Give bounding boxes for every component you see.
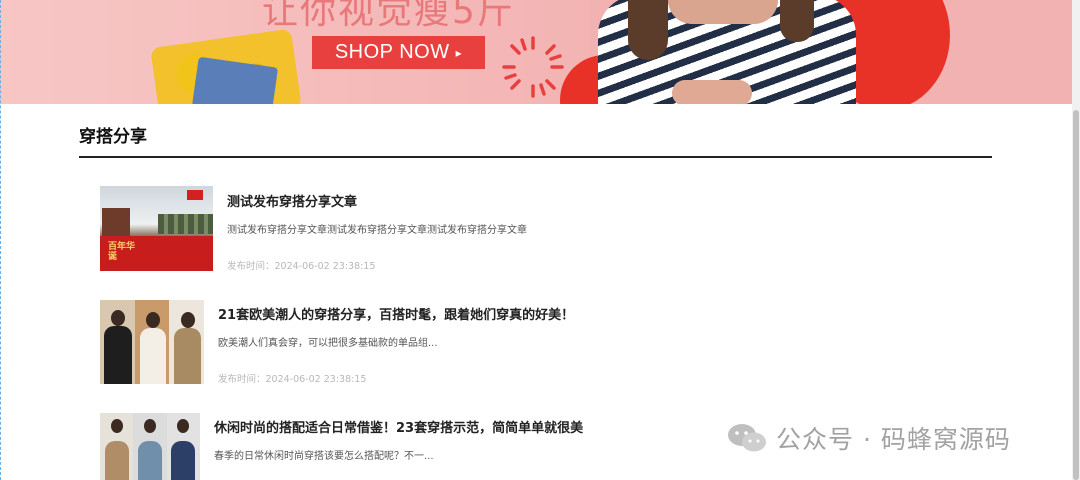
section-title: 穿搭分享	[79, 127, 147, 147]
shop-now-button[interactable]: SHOP NOW ▸	[312, 36, 485, 69]
watermark-text: 公众号 · 码蜂窝源码	[776, 425, 1011, 454]
article-thumbnail[interactable]: 百年华诞	[100, 186, 213, 271]
article-summary: 欧美潮人们真会穿，可以把很多基础款的单品组...	[218, 338, 438, 349]
promo-banner[interactable]: 让你视觉瘦5斤 SHOP NOW ▸	[0, 0, 1072, 104]
article-thumbnail[interactable]	[100, 413, 200, 480]
article-title[interactable]: 休闲时尚的搭配适合日常借鉴！23套穿搭示范，简简单单就很美	[214, 417, 583, 436]
wechat-icon	[728, 424, 766, 452]
banner-model-image	[672, 80, 752, 104]
banner-slogan: 让你视觉瘦5斤	[262, 0, 515, 32]
play-arrow-icon: ▸	[455, 45, 463, 60]
thumbnail-caption: 百年华诞	[108, 242, 136, 262]
watermark: 公众号 · 码蜂窝源码	[726, 420, 1011, 456]
article-summary: 测试发布穿搭分享文章测试发布穿搭分享文章测试发布穿搭分享文章	[227, 225, 527, 236]
sunburst-icon	[502, 36, 564, 98]
article-summary: 春季的日常休闲时尚穿搭该要怎么搭配呢？不一...	[214, 451, 434, 462]
banner-model-image	[628, 0, 668, 60]
article-date: 发布时间：2024-06-02 23:38:15	[227, 261, 376, 272]
section-divider	[79, 156, 992, 158]
page-guide-line	[0, 0, 2, 480]
article-date: 发布时间：2024-06-02 23:38:15	[218, 374, 367, 385]
article-title[interactable]: 21套欧美潮人的穿搭分享，百搭时髦，跟着她们穿真的好美！	[218, 304, 574, 323]
banner-model-image	[668, 0, 778, 24]
article-thumbnail[interactable]	[100, 300, 204, 384]
banner-model-image	[780, 0, 814, 42]
article-title[interactable]: 测试发布穿搭分享文章	[227, 191, 357, 210]
shop-now-label: SHOP NOW	[334, 41, 450, 63]
scrollbar-thumb[interactable]	[1073, 110, 1079, 480]
